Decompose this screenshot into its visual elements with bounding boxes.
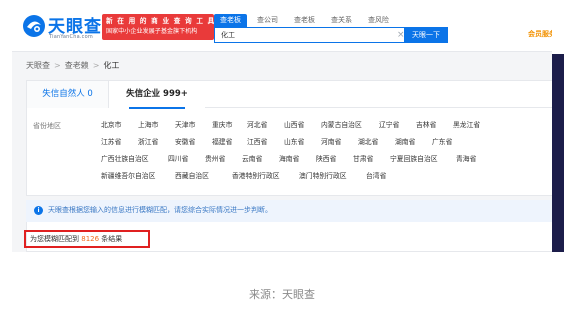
- region-option[interactable]: 新疆维吾尔自治区: [101, 172, 155, 181]
- region-option[interactable]: 香港特别行政区: [232, 172, 280, 181]
- region-option[interactable]: 黑龙江省: [453, 121, 480, 130]
- region-option[interactable]: 河北省: [247, 121, 267, 130]
- region-option[interactable]: 内蒙古自治区: [321, 121, 362, 130]
- tab-dishonest-companies[interactable]: 失信企业 999+: [109, 81, 205, 109]
- result-tabs: 失信自然人 0 失信企业 999+: [27, 81, 557, 109]
- region-option[interactable]: 甘肃省: [353, 155, 373, 164]
- result-suffix: 条结果: [101, 235, 123, 243]
- region-option[interactable]: 山东省: [284, 138, 304, 147]
- region-option[interactable]: 海南省: [279, 155, 299, 164]
- promo-banner[interactable]: 新 在 用 的 商 业 查 询 工 具 国家中小企业发展子基金旗下机构: [102, 14, 214, 40]
- banner-line1: 新 在 用 的 商 业 查 询 工 具: [106, 17, 216, 25]
- result-prefix: 为您模糊匹配到: [30, 235, 79, 243]
- region-option[interactable]: 青海省: [456, 155, 476, 164]
- screenshot: 天眼查 TianYanCha.com 新 在 用 的 商 业 查 询 工 具 国…: [12, 0, 564, 252]
- breadcrumb-section[interactable]: 查老赖: [65, 61, 89, 70]
- result-count-number: 8126: [81, 235, 100, 243]
- region-option[interactable]: 辽宁省: [379, 121, 399, 130]
- breadcrumb-separator: >: [54, 61, 61, 70]
- region-option[interactable]: 河南省: [321, 138, 341, 147]
- region-option[interactable]: 福建省: [212, 138, 232, 147]
- province-filter-label: 省份地区: [33, 122, 61, 130]
- region-option[interactable]: 贵州省: [205, 155, 225, 164]
- image-source-caption: 来源：天眼查: [249, 288, 315, 301]
- logo-subtitle: TianYanCha.com: [49, 34, 93, 40]
- search-tab-boss-2[interactable]: 查老板: [288, 14, 321, 27]
- breadcrumb-current: 化工: [103, 61, 120, 70]
- result-count-highlight: 为您模糊匹配到 8126 条结果: [24, 230, 150, 248]
- region-option[interactable]: 浙江省: [138, 138, 158, 147]
- search-tab-risk[interactable]: 查风险: [362, 14, 395, 27]
- region-option[interactable]: 江苏省: [101, 138, 121, 147]
- region-option[interactable]: 湖南省: [395, 138, 415, 147]
- region-option[interactable]: 陕西省: [316, 155, 336, 164]
- region-option[interactable]: 广西壮族自治区: [101, 155, 149, 164]
- region-option[interactable]: 山西省: [284, 121, 304, 130]
- region-option[interactable]: 澳门特别行政区: [299, 172, 347, 181]
- region-option[interactable]: 台湾省: [366, 172, 386, 181]
- region-option[interactable]: 云南省: [242, 155, 262, 164]
- region-option[interactable]: 吉林省: [416, 121, 436, 130]
- breadcrumb-separator: >: [92, 61, 100, 70]
- right-edge-panel: [552, 54, 564, 252]
- region-option[interactable]: 安徽省: [175, 138, 195, 147]
- region-option[interactable]: 四川省: [168, 155, 188, 164]
- top-header: 天眼查 TianYanCha.com 新 在 用 的 商 业 查 询 工 具 国…: [12, 0, 564, 52]
- search-box: × 天眼一下: [214, 27, 448, 43]
- right-edge-top: [552, 0, 564, 54]
- tab-dishonest-persons[interactable]: 失信自然人 0: [27, 81, 109, 108]
- notice-text: 天眼查根据您输入的信息进行模糊匹配，请您综合实际情况进一步判断。: [48, 206, 272, 214]
- banner-line2: 国家中小企业发展子基金旗下机构: [106, 28, 198, 35]
- region-option[interactable]: 重庆市: [212, 121, 232, 130]
- region-option[interactable]: 宁夏回族自治区: [390, 155, 438, 164]
- region-option[interactable]: 西藏自治区: [175, 172, 209, 181]
- region-option[interactable]: 江西省: [247, 138, 267, 147]
- region-option[interactable]: 上海市: [138, 121, 158, 130]
- region-option[interactable]: 天津市: [175, 121, 195, 130]
- region-option[interactable]: 北京市: [101, 121, 121, 130]
- search-type-tabs: 查老板 查公司 查老板 查关系 查风险: [214, 14, 399, 27]
- result-count-text: 为您模糊匹配到 8126 条结果: [30, 234, 122, 245]
- search-tab-relation[interactable]: 查关系: [325, 14, 358, 27]
- search-tab-company[interactable]: 查公司: [251, 14, 284, 27]
- region-option[interactable]: 湖北省: [358, 138, 378, 147]
- results-card: 失信自然人 0 失信企业 999+ 省份地区 北京市 上海市 天津市 重庆市 河…: [26, 80, 558, 196]
- breadcrumb-home[interactable]: 天眼查: [26, 61, 50, 70]
- fuzzy-match-notice: i 天眼查根据您输入的信息进行模糊匹配，请您综合实际情况进一步判断。: [26, 200, 558, 222]
- region-option[interactable]: 广东省: [432, 138, 452, 147]
- search-tab-boss[interactable]: 查老板: [214, 14, 247, 27]
- breadcrumb: 天眼查 > 查老赖 > 化工: [26, 60, 119, 71]
- tianyancha-logo-icon: [23, 15, 45, 37]
- search-button[interactable]: 天眼一下: [404, 27, 448, 43]
- search-input[interactable]: [215, 28, 395, 42]
- info-icon: i: [34, 206, 43, 215]
